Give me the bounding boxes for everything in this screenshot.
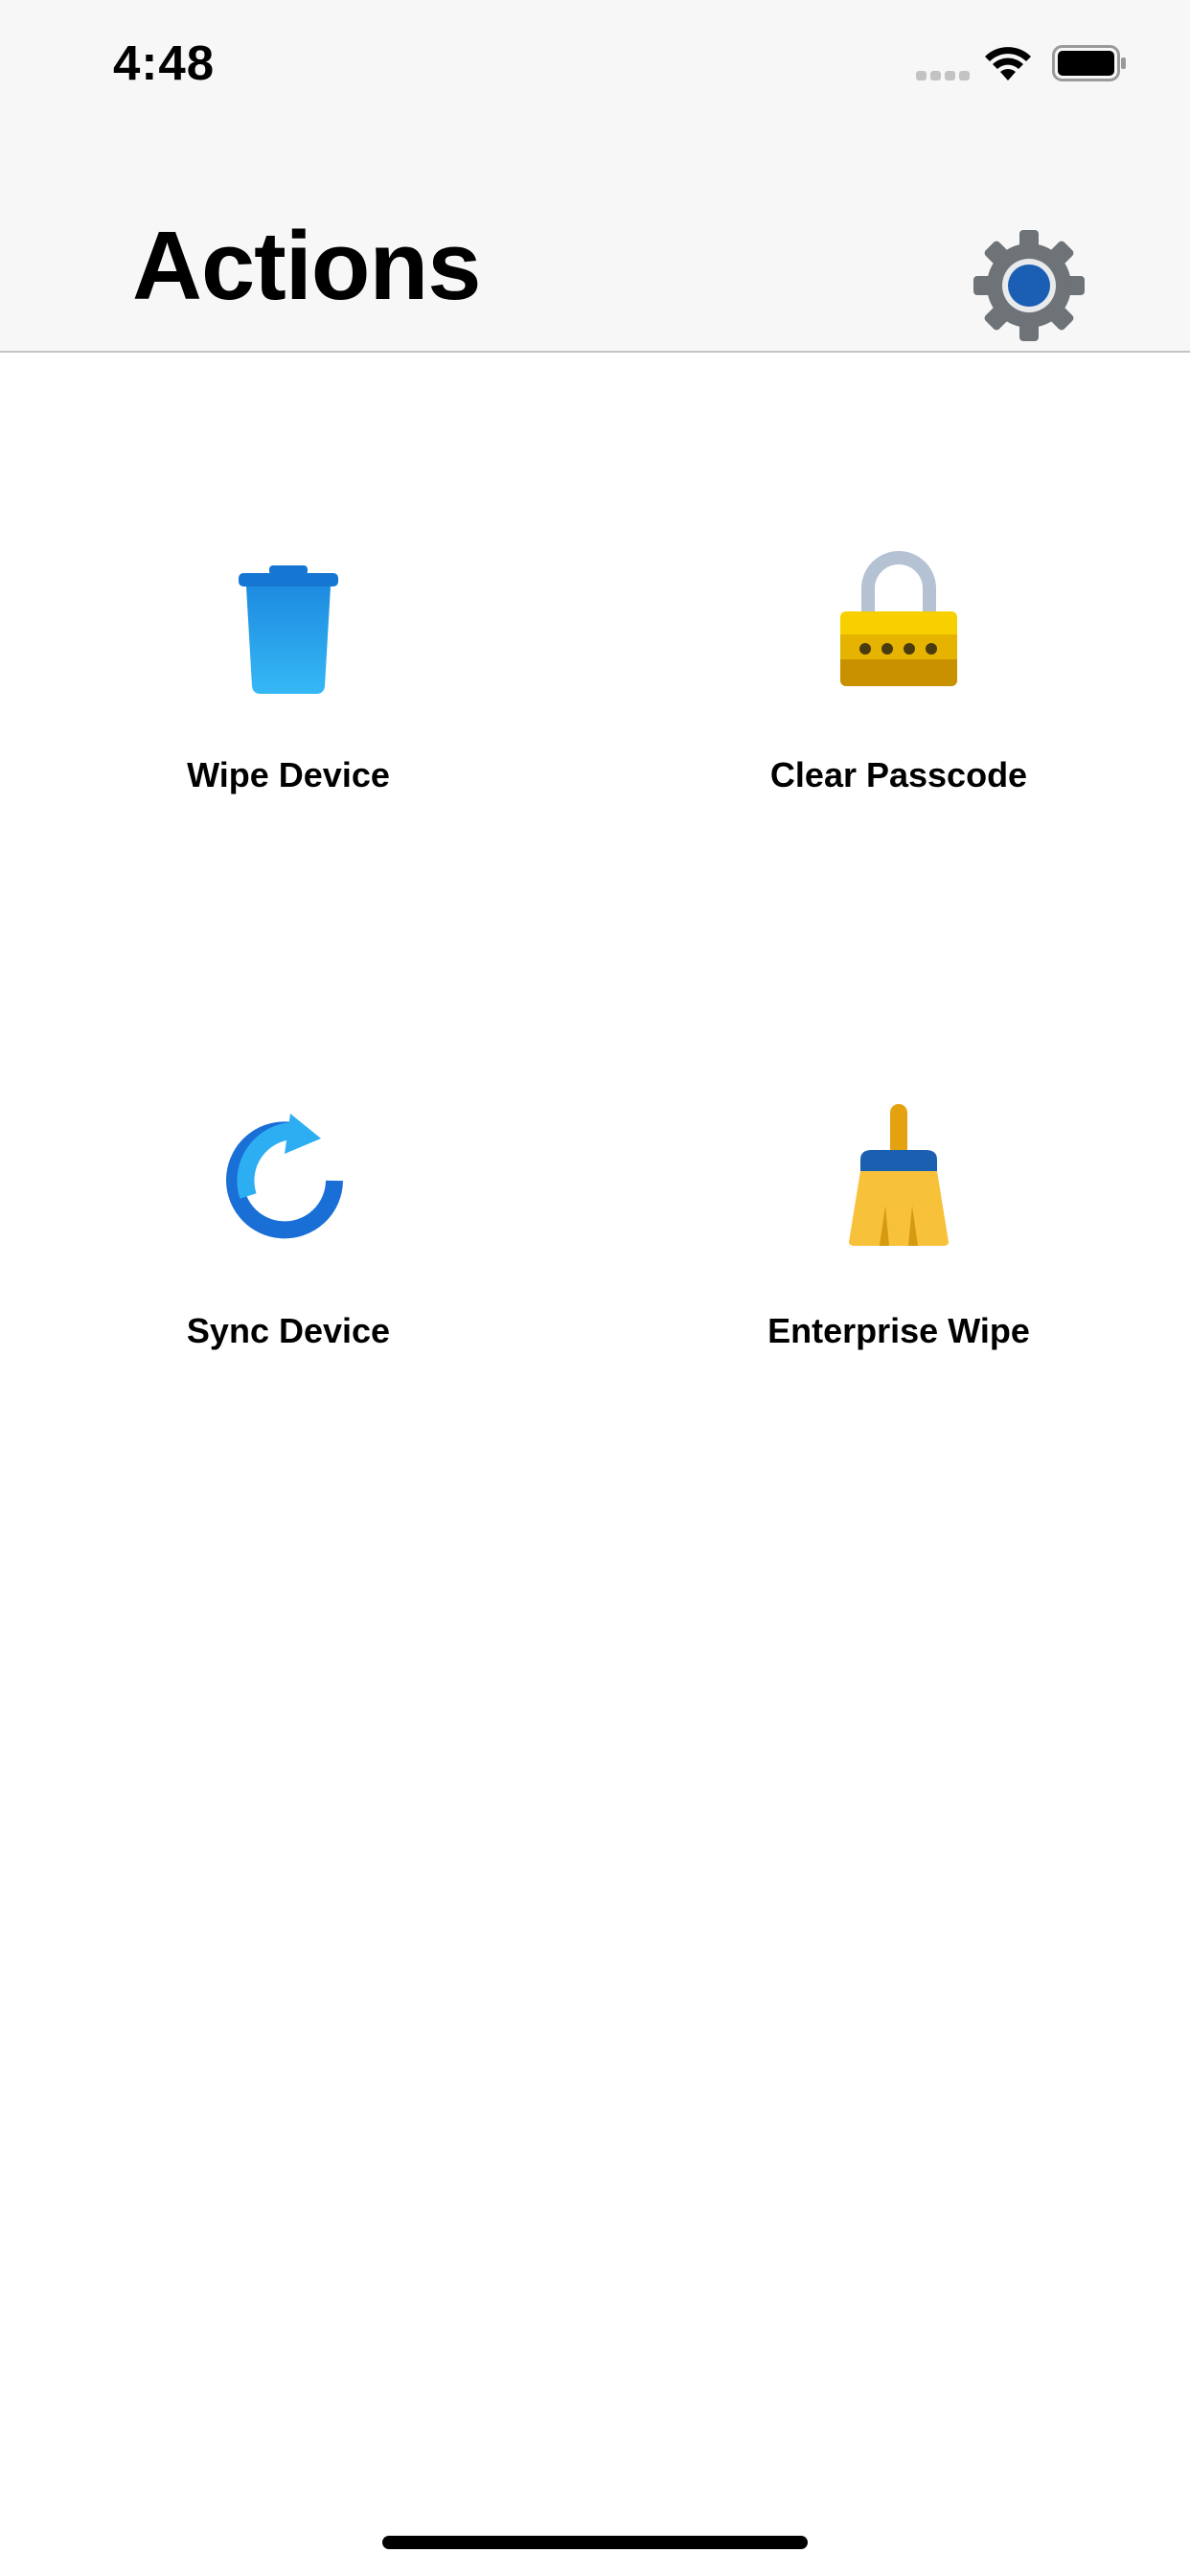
sync-icon [226, 1114, 343, 1239]
battery-icon [1052, 45, 1126, 81]
wifi-icon [985, 47, 1031, 80]
actions-screen: 4:48 Actions Wipe Device Clear Passcode … [0, 0, 1190, 2576]
sync-device-button[interactable]: Sync Device [49, 1114, 528, 1407]
cellular-signal-icon [916, 71, 970, 80]
clear-passcode-button[interactable]: Clear Passcode [659, 551, 1138, 851]
wipe-device-button[interactable]: Wipe Device [49, 564, 528, 851]
enterprise-wipe-label: Enterprise Wipe [767, 1311, 1030, 1350]
status-time: 4:48 [113, 35, 216, 90]
sync-device-label: Sync Device [186, 1311, 391, 1350]
home-indicator[interactable] [382, 2536, 808, 2549]
settings-button[interactable] [972, 228, 1087, 343]
trash-icon [239, 565, 338, 694]
page-title: Actions [132, 213, 481, 320]
broom-icon [849, 1104, 949, 1246]
status-bar: 4:48 [0, 0, 1190, 126]
navigation-bar: 4:48 Actions [0, 0, 1190, 353]
enterprise-wipe-button[interactable]: Enterprise Wipe [659, 1104, 1138, 1407]
gear-icon [973, 230, 1085, 341]
clear-passcode-label: Clear Passcode [769, 755, 1028, 794]
wipe-device-label: Wipe Device [187, 755, 390, 794]
padlock-icon [840, 551, 957, 686]
